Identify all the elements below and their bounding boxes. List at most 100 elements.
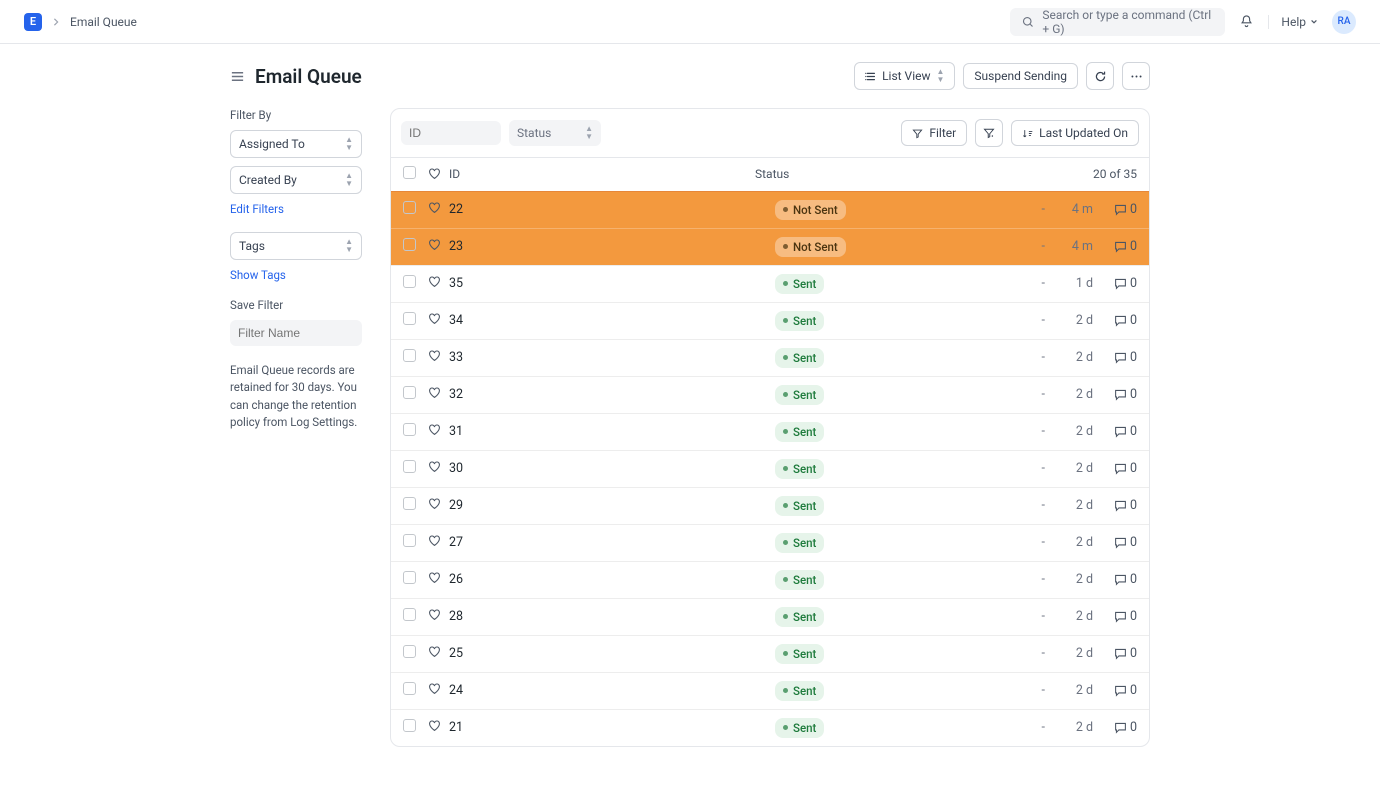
row-id: 28 (449, 609, 775, 624)
row-checkbox[interactable] (403, 497, 416, 510)
table-row[interactable]: 28 Sent - 2 d 0 (391, 598, 1149, 635)
advanced-filter-button[interactable] (975, 119, 1003, 147)
status-filter-select[interactable]: Status ▲▼ (509, 120, 601, 146)
comment-icon (1114, 721, 1127, 734)
row-comments[interactable]: 0 (1093, 720, 1137, 735)
row-comments[interactable]: 0 (1093, 350, 1137, 365)
row-time: 2 d (1045, 646, 1093, 661)
table-row[interactable]: 34 Sent - 2 d 0 (391, 302, 1149, 339)
row-comments[interactable]: 0 (1093, 276, 1137, 291)
heart-icon[interactable] (427, 460, 441, 474)
help-dropdown[interactable]: Help (1268, 15, 1318, 29)
refresh-button[interactable] (1086, 62, 1114, 90)
row-checkbox[interactable] (403, 275, 416, 288)
comment-icon (1114, 277, 1127, 290)
row-checkbox[interactable] (403, 460, 416, 473)
row-checkbox[interactable] (403, 645, 416, 658)
row-checkbox[interactable] (403, 423, 416, 436)
heart-icon[interactable] (427, 238, 441, 252)
row-checkbox[interactable] (403, 571, 416, 584)
row-comments[interactable]: 0 (1093, 498, 1137, 513)
row-comments[interactable]: 0 (1093, 535, 1137, 550)
suspend-sending-button[interactable]: Suspend Sending (963, 63, 1078, 89)
row-comments[interactable]: 0 (1093, 202, 1137, 217)
global-search[interactable]: Search or type a command (Ctrl + G) (1010, 8, 1225, 36)
table-row[interactable]: 23 Not Sent - 4 m 0 (391, 228, 1149, 265)
table-row[interactable]: 31 Sent - 2 d 0 (391, 413, 1149, 450)
bell-icon[interactable] (1239, 14, 1254, 29)
row-checkbox[interactable] (403, 201, 416, 214)
heart-icon[interactable] (427, 571, 441, 585)
row-checkbox[interactable] (403, 349, 416, 362)
tags-select[interactable]: Tags ▲▼ (230, 232, 362, 260)
row-comments[interactable]: 0 (1093, 461, 1137, 476)
row-id: 33 (449, 350, 775, 365)
assigned-to-select[interactable]: Assigned To ▲▼ (230, 130, 362, 158)
chevron-down-icon (1310, 18, 1318, 26)
heart-icon[interactable] (427, 423, 441, 437)
heart-icon[interactable] (427, 312, 441, 326)
heart-icon[interactable] (427, 275, 441, 289)
row-comments[interactable]: 0 (1093, 683, 1137, 698)
status-column-header[interactable]: Status (755, 167, 995, 181)
row-comments[interactable]: 0 (1093, 572, 1137, 587)
user-avatar[interactable]: RA (1332, 10, 1356, 34)
table-row[interactable]: 33 Sent - 2 d 0 (391, 339, 1149, 376)
view-selector[interactable]: List View ▲▼ (854, 62, 955, 90)
table-row[interactable]: 32 Sent - 2 d 0 (391, 376, 1149, 413)
heart-icon[interactable] (427, 201, 441, 215)
id-column-header[interactable]: ID (449, 167, 755, 181)
row-checkbox[interactable] (403, 682, 416, 695)
filter-name-input[interactable] (230, 320, 362, 346)
heart-icon[interactable] (427, 645, 441, 659)
heart-icon[interactable] (427, 497, 441, 511)
table-row[interactable]: 21 Sent - 2 d 0 (391, 709, 1149, 746)
heart-icon[interactable] (427, 349, 441, 363)
row-comments[interactable]: 0 (1093, 609, 1137, 624)
table-row[interactable]: 29 Sent - 2 d 0 (391, 487, 1149, 524)
table-row[interactable]: 26 Sent - 2 d 0 (391, 561, 1149, 598)
row-id: 27 (449, 535, 775, 550)
select-all-checkbox[interactable] (403, 166, 416, 179)
app-logo[interactable]: E (24, 13, 42, 31)
dots-horizontal-icon (1130, 70, 1143, 83)
comment-icon (1114, 610, 1127, 623)
comment-icon (1114, 314, 1127, 327)
row-comments[interactable]: 0 (1093, 424, 1137, 439)
table-row[interactable]: 30 Sent - 2 d 0 (391, 450, 1149, 487)
row-checkbox[interactable] (403, 238, 416, 251)
heart-icon[interactable] (427, 386, 441, 400)
show-tags-link[interactable]: Show Tags (230, 268, 362, 282)
table-row[interactable]: 22 Not Sent - 4 m 0 (391, 191, 1149, 228)
row-checkbox[interactable] (403, 534, 416, 547)
row-comments[interactable]: 0 (1093, 313, 1137, 328)
row-id: 35 (449, 276, 775, 291)
heart-icon[interactable] (427, 608, 441, 622)
created-by-select[interactable]: Created By ▲▼ (230, 166, 362, 194)
id-filter-input[interactable] (401, 121, 501, 145)
row-comments[interactable]: 0 (1093, 387, 1137, 402)
filter-button[interactable]: Filter (901, 120, 967, 146)
table-row[interactable]: 25 Sent - 2 d 0 (391, 635, 1149, 672)
search-placeholder: Search or type a command (Ctrl + G) (1042, 8, 1213, 36)
more-menu-button[interactable] (1122, 62, 1150, 90)
row-count: 20 of 35 (1073, 167, 1137, 181)
row-comments[interactable]: 0 (1093, 239, 1137, 254)
edit-filters-link[interactable]: Edit Filters (230, 202, 362, 216)
sort-button[interactable]: Last Updated On (1011, 120, 1139, 146)
heart-icon[interactable] (427, 719, 441, 733)
heart-icon[interactable] (427, 682, 441, 696)
table-row[interactable]: 35 Sent - 1 d 0 (391, 265, 1149, 302)
row-checkbox[interactable] (403, 312, 416, 325)
table-row[interactable]: 24 Sent - 2 d 0 (391, 672, 1149, 709)
heart-icon[interactable] (427, 534, 441, 548)
row-checkbox[interactable] (403, 719, 416, 732)
table-row[interactable]: 27 Sent - 2 d 0 (391, 524, 1149, 561)
breadcrumb-item[interactable]: Email Queue (70, 15, 137, 29)
row-checkbox[interactable] (403, 608, 416, 621)
row-comments[interactable]: 0 (1093, 646, 1137, 661)
sidebar-toggle-icon[interactable] (230, 69, 245, 84)
updown-icon: ▲▼ (345, 172, 353, 188)
row-checkbox[interactable] (403, 386, 416, 399)
row-id: 25 (449, 646, 775, 661)
